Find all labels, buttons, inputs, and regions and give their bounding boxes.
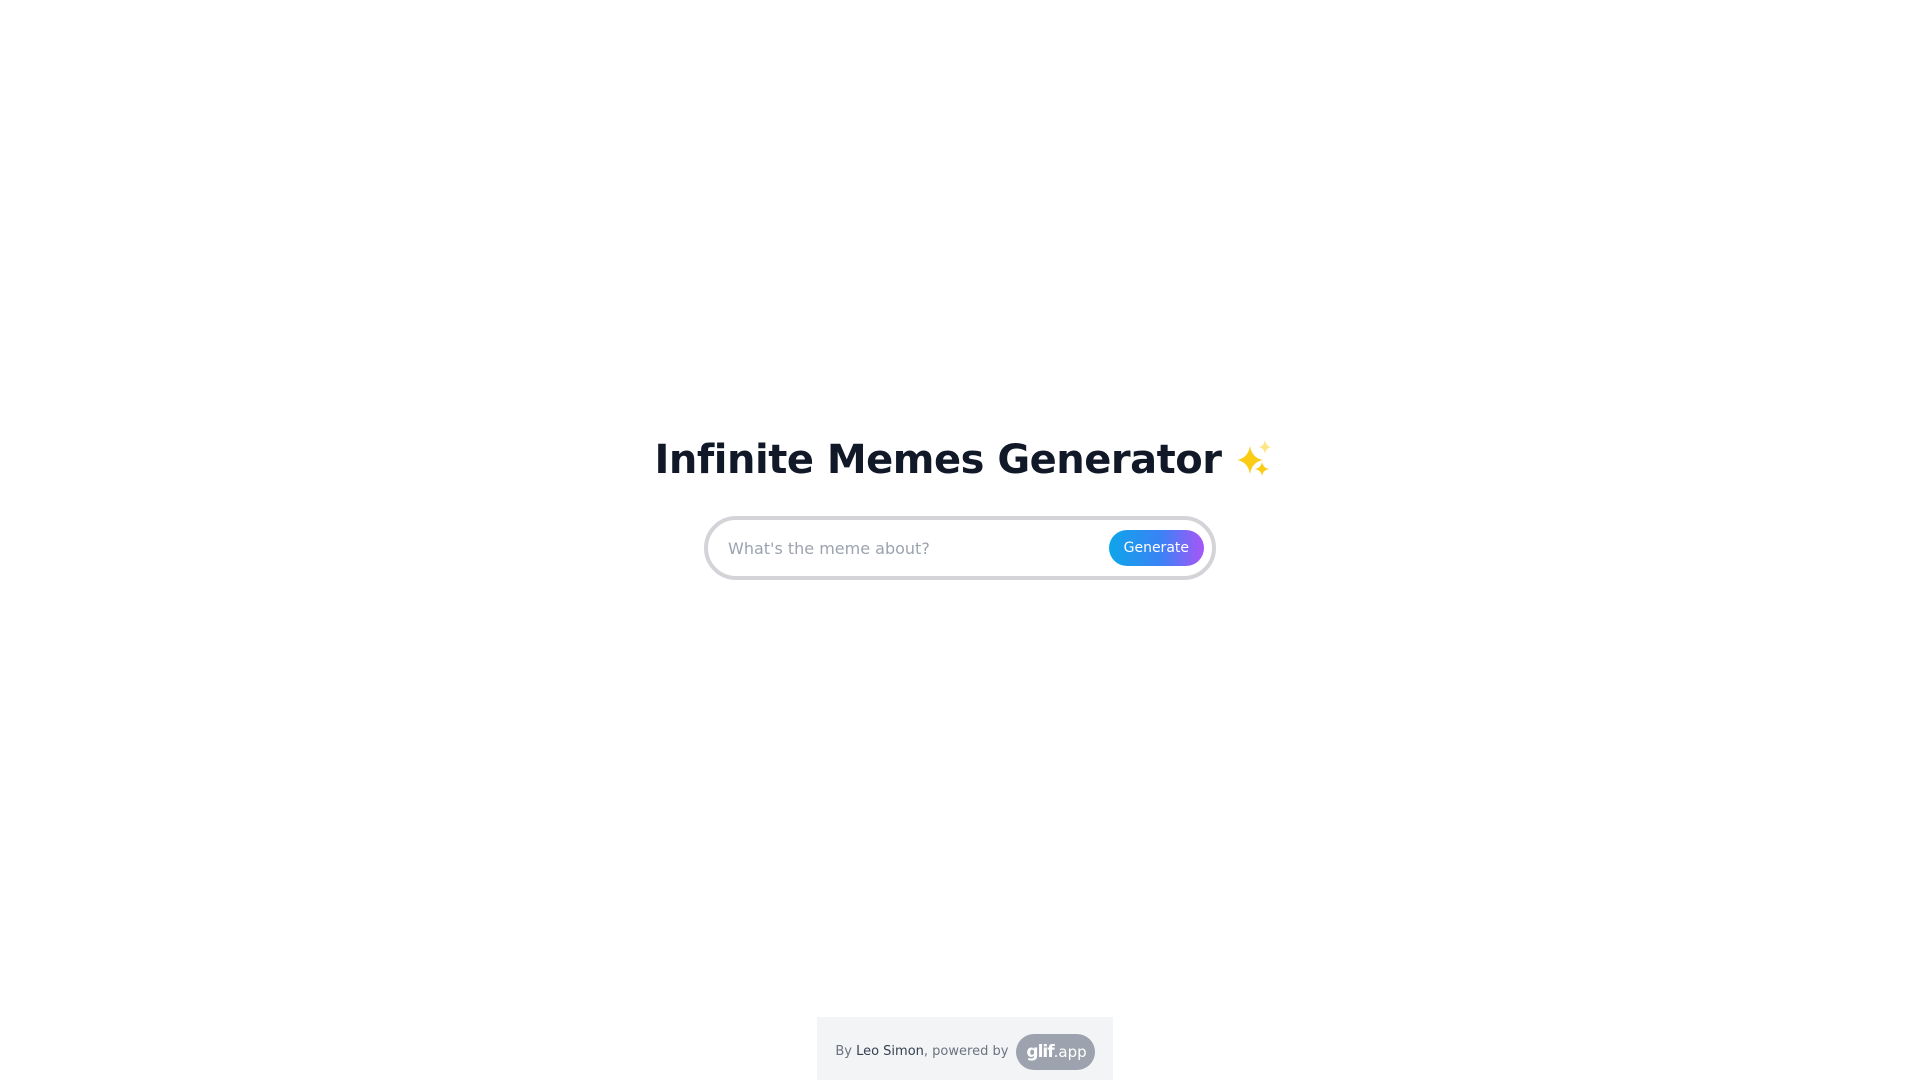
glif-logo: glif — [1026, 1041, 1054, 1062]
search-bar: Generate — [704, 516, 1216, 580]
glif-badge-suffix: .app — [1053, 1042, 1087, 1061]
page: Infinite Memes Generator Generate By Leo… — [0, 0, 1920, 1080]
footer-text: By Leo Simon, powered by — [835, 1044, 1008, 1059]
title-row: Infinite Memes Generator — [655, 432, 1276, 488]
page-title: Infinite Memes Generator — [654, 437, 1222, 483]
footer-separator: , powered by — [923, 1044, 1009, 1059]
author-link[interactable]: Leo Simon — [856, 1044, 924, 1059]
generate-button[interactable]: Generate — [1108, 530, 1204, 566]
footer-prefix: By — [835, 1044, 857, 1059]
glif-app-badge[interactable]: glif .app — [1016, 1033, 1095, 1070]
meme-topic-input[interactable] — [708, 527, 1109, 569]
footer-credits: By Leo Simon, powered by glif .app — [817, 1017, 1113, 1080]
sparkles-icon — [1235, 438, 1275, 482]
hero-section: Infinite Memes Generator Generate — [0, 432, 1920, 580]
